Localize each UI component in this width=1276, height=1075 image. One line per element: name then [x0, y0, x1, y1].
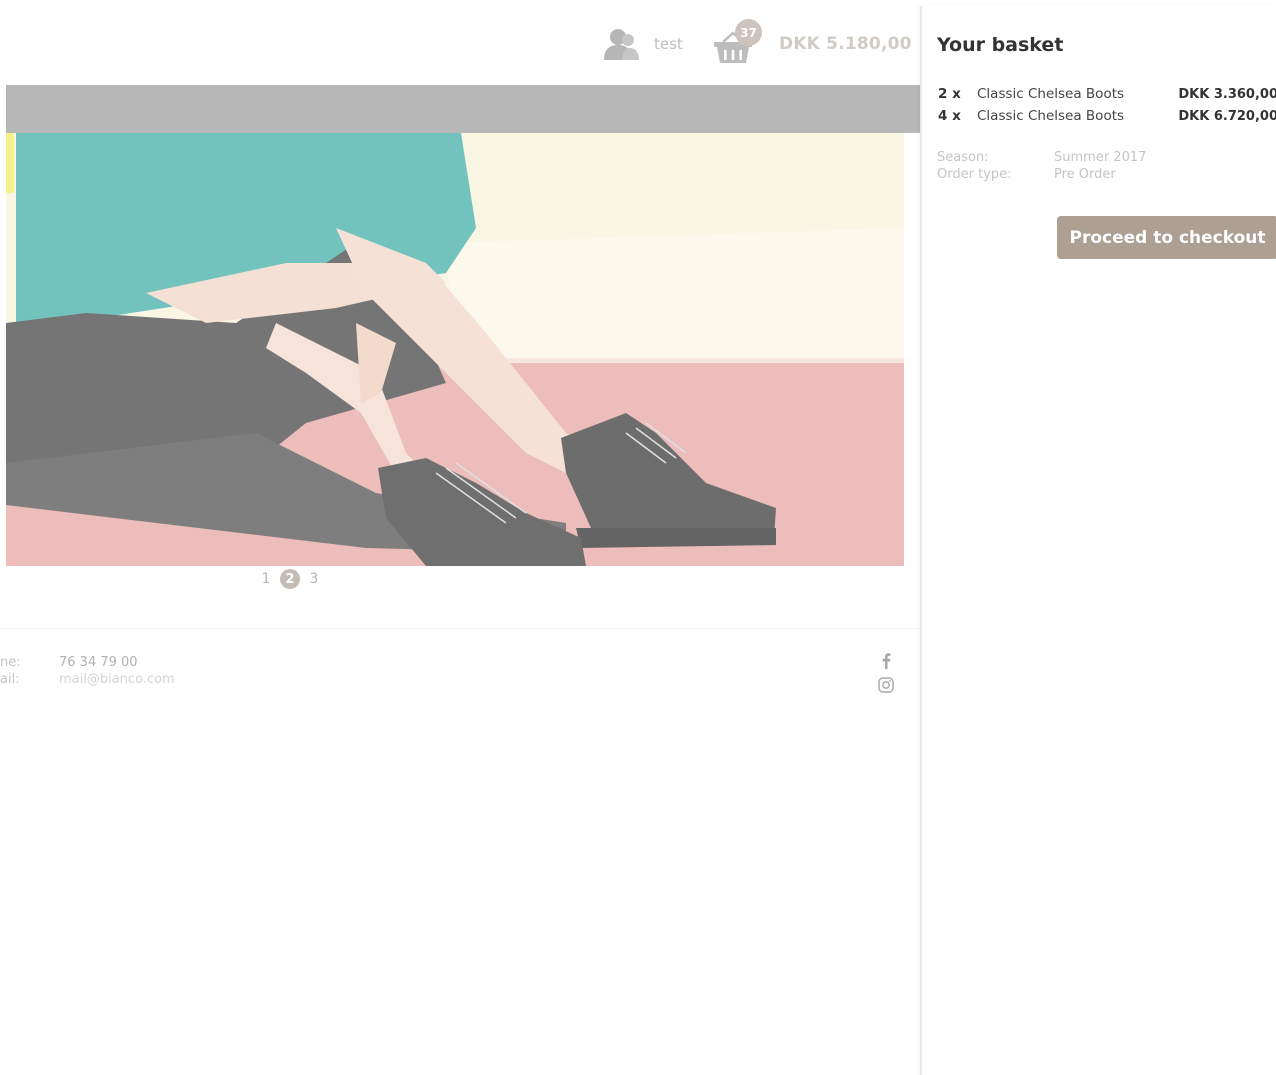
user-icon — [604, 29, 639, 60]
facebook-icon[interactable] — [877, 652, 895, 670]
page-1-button[interactable]: 1 — [256, 569, 276, 589]
basket-count-badge: 37 — [735, 19, 762, 46]
phone-label: ne: — [0, 655, 21, 670]
footer-divider — [0, 628, 920, 629]
basket-line-item: 2 x Classic Chelsea Boots DKK 3.360,00 — [938, 83, 1276, 105]
basket-line-item: 4 x Classic Chelsea Boots DKK 6.720,00 — [938, 105, 1276, 127]
line-quantity: 2 x — [938, 86, 961, 102]
proceed-to-checkout-button[interactable]: Proceed to checkout — [1057, 216, 1276, 259]
order-type-value: Pre Order — [1054, 167, 1116, 182]
basket-total[interactable]: DKK 5.180,00 — [779, 34, 912, 54]
shop-page: test 37 DKK 5.180,00 1 2 3 ne: 76 34 79 … — [0, 0, 920, 1075]
line-product-name: Classic Chelsea Boots — [977, 108, 1125, 124]
line-price: DKK 3.360,00 — [1178, 86, 1276, 102]
line-quantity: 4 x — [938, 108, 961, 124]
basket-panel: Your basket 2 x Classic Chelsea Boots DK… — [920, 6, 1276, 1075]
email-label: ail: — [0, 672, 20, 687]
email-link[interactable]: mail@bianco.com — [59, 671, 175, 688]
line-product-name: Classic Chelsea Boots — [977, 86, 1125, 102]
page-2-button[interactable]: 2 — [280, 569, 300, 589]
hero-banner-image — [6, 133, 904, 566]
season-label: Season: — [937, 150, 989, 165]
user-name: test — [654, 35, 683, 53]
carousel-pagination: 1 2 3 — [256, 569, 324, 589]
basket-button[interactable]: 37 — [713, 18, 773, 68]
basket-title: Your basket — [937, 34, 1064, 56]
line-price: DKK 6.720,00 — [1178, 108, 1276, 124]
order-meta: Season: Summer 2017 Order type: Pre Orde… — [937, 149, 1146, 183]
footer-contact: ne: 76 34 79 00 ail: mail@bianco.com — [0, 654, 175, 688]
user-account[interactable]: test — [602, 26, 683, 62]
instagram-icon[interactable] — [877, 676, 895, 694]
navigation-bar — [6, 85, 920, 133]
header: test 37 DKK 5.180,00 — [0, 0, 920, 85]
phone-value: 76 34 79 00 — [59, 655, 138, 670]
social-links — [877, 652, 897, 700]
season-value: Summer 2017 — [1054, 150, 1147, 165]
basket-lines: 2 x Classic Chelsea Boots DKK 3.360,00 4… — [938, 83, 1276, 127]
order-type-label: Order type: — [937, 167, 1012, 182]
page-3-button[interactable]: 3 — [304, 569, 324, 589]
